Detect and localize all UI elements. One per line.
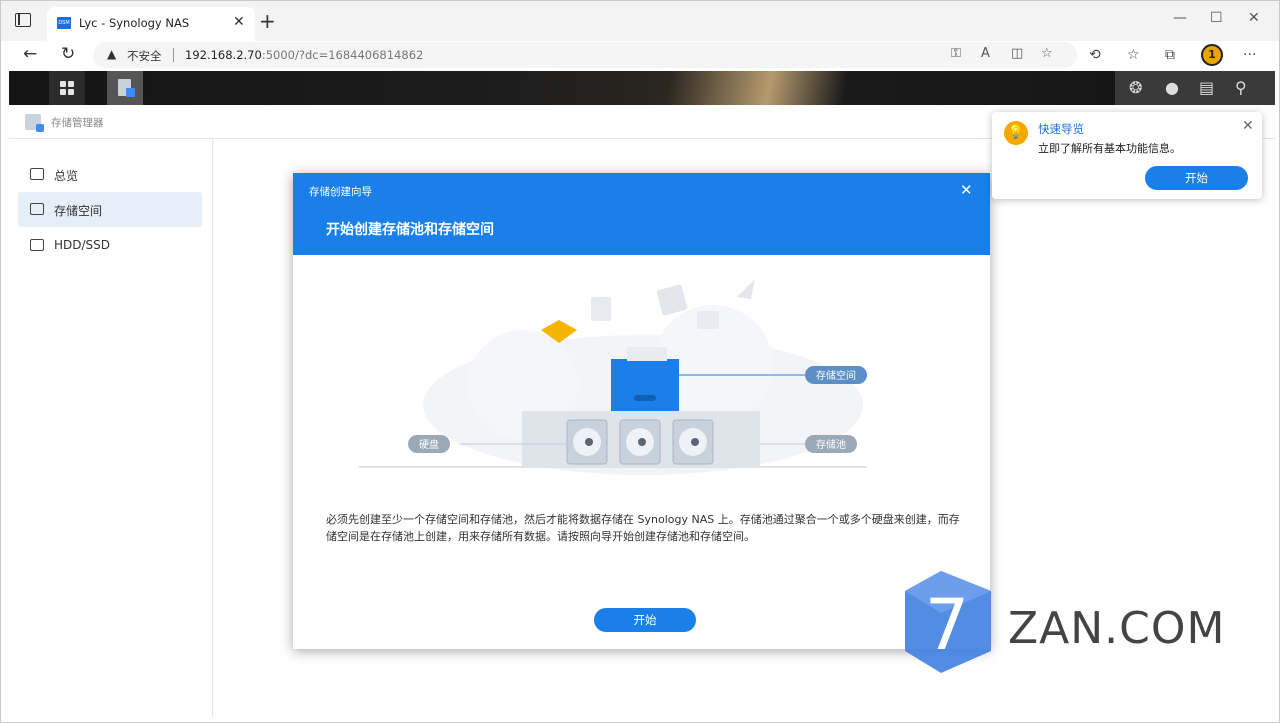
minimize-icon[interactable]: — — [1173, 10, 1187, 26]
collections-icon[interactable]: ⧉ — [1165, 47, 1175, 63]
rocket-icon — [737, 279, 755, 299]
reader-view-icon[interactable]: ◫ — [1011, 46, 1023, 61]
dialog-close-icon[interactable]: ✕ — [960, 181, 973, 199]
watermark-logo-icon: 7 — [905, 571, 991, 673]
tab-close-icon[interactable]: ✕ — [233, 14, 245, 30]
overview-icon — [30, 168, 44, 180]
url-text[interactable]: 192.168.2.70:5000/?dc=1684406814862 — [185, 48, 423, 62]
watermark: 7 ZAN.COM — [901, 569, 1280, 679]
dialog-description: 必须先创建至少一个存储空间和存储池，然后才能将数据存储在 Synology NA… — [326, 513, 960, 543]
sidebar-item-hdd-ssd[interactable]: HDD/SSD — [18, 228, 202, 263]
disk-icon — [30, 239, 44, 251]
storage-wizard-dialog: 存储创建向导 ✕ 开始创建存储池和存储空间 存储空间 存储池 硬盘 必须先创建至… — [293, 173, 990, 649]
sidebar-item-label: 存储空间 — [54, 204, 103, 218]
dialog-heading: 开始创建存储池和存储空间 — [326, 222, 494, 238]
svg-text:7: 7 — [925, 584, 970, 666]
volume-icon — [30, 203, 44, 215]
profile-avatar[interactable]: 1 — [1201, 44, 1223, 66]
sidebar-item-label: 总览 — [54, 169, 79, 183]
more-menu-icon[interactable]: ··· — [1243, 47, 1256, 63]
browser-tab[interactable]: DSM Lyc - Synology NAS ✕ — [47, 7, 255, 41]
pool-label: 存储池 — [816, 438, 846, 451]
storage-illustration: 存储空间 存储池 硬盘 — [359, 279, 867, 475]
tab-strip: DSM Lyc - Synology NAS ✕ + — ☐ ✕ — [1, 1, 1279, 41]
start-button[interactable]: 开始 — [594, 608, 696, 632]
refresh-icon[interactable]: ↻ — [61, 44, 75, 64]
tab-actions-icon[interactable] — [15, 13, 31, 27]
search-icon[interactable]: ⚲ — [1235, 78, 1247, 97]
favorites-icon[interactable]: ☆ — [1127, 47, 1140, 63]
dsm-logo-icon — [656, 284, 688, 316]
storage-manager-taskbar-icon[interactable] — [107, 71, 143, 105]
taskbar-right-group: ❂ ● ▤ ⚲ — [1115, 71, 1275, 105]
user-icon[interactable]: ● — [1165, 78, 1179, 97]
tour-start-button[interactable]: 开始 — [1145, 166, 1248, 190]
address-field[interactable]: ▲ 不安全 192.168.2.70:5000/?dc=168440681486… — [93, 42, 1077, 68]
key-icon[interactable]: ⚿ — [951, 46, 961, 61]
disk-3 — [672, 419, 714, 465]
app-title: 存储管理器 — [51, 117, 104, 129]
dashboard-icon[interactable]: ▤ — [1199, 78, 1214, 97]
warning-icon[interactable]: ▲ — [107, 47, 116, 61]
dialog-window-title: 存储创建向导 — [309, 186, 372, 198]
dsm-favicon-icon: DSM — [57, 17, 71, 29]
dialog-header: 存储创建向导 ✕ 开始创建存储池和存储空间 — [293, 173, 990, 255]
tour-message: 立即了解所有基本功能信息。 — [1038, 142, 1181, 155]
divider — [173, 48, 174, 62]
browser-window: DSM Lyc - Synology NAS ✕ + — ☐ ✕ ← ↻ ▲ 不… — [0, 0, 1280, 723]
read-aloud-icon[interactable]: A — [981, 46, 990, 61]
sidebar-item-label: HDD/SSD — [54, 238, 111, 252]
sidebar: 总览 存储空间 HDD/SSD — [9, 139, 213, 717]
storage-manager-logo-icon — [25, 114, 44, 132]
widgets-icon[interactable]: ❂ — [1129, 78, 1142, 97]
video-icon — [697, 311, 719, 329]
sidebar-item-overview[interactable]: 总览 — [18, 157, 202, 192]
maximize-icon[interactable]: ☐ — [1210, 10, 1223, 26]
tour-title: 快速导览 — [1038, 122, 1084, 136]
document-icon — [591, 297, 611, 321]
watermark-text: ZAN.COM — [1008, 603, 1226, 654]
lightbulb-icon: 💡 — [1004, 121, 1028, 145]
volume-block — [611, 359, 679, 411]
sidebar-item-volume[interactable]: 存储空间 — [18, 192, 202, 227]
main-menu-icon[interactable] — [49, 71, 85, 105]
dsm-taskbar: ❂ ● ▤ ⚲ — [9, 71, 1275, 105]
new-tab-icon[interactable]: + — [259, 9, 276, 33]
volume-label: 存储空间 — [816, 369, 856, 382]
disk-2 — [619, 419, 661, 465]
back-icon[interactable]: ← — [23, 44, 37, 64]
favorite-add-icon[interactable]: ☆ — [1041, 46, 1053, 61]
disk-label: 硬盘 — [419, 438, 439, 451]
extensions-icon[interactable]: ⟲ — [1089, 47, 1101, 63]
quick-tour-popup: 💡 快速导览 立即了解所有基本功能信息。 ✕ 开始 — [992, 112, 1262, 199]
tour-close-icon[interactable]: ✕ — [1242, 118, 1254, 134]
address-bar-row: ← ↻ ▲ 不安全 192.168.2.70:5000/?dc=16844068… — [1, 41, 1279, 71]
security-label[interactable]: 不安全 — [127, 48, 162, 64]
disk-1 — [566, 419, 608, 465]
tab-title: Lyc - Synology NAS — [79, 16, 190, 30]
window-close-icon[interactable]: ✕ — [1248, 10, 1260, 26]
